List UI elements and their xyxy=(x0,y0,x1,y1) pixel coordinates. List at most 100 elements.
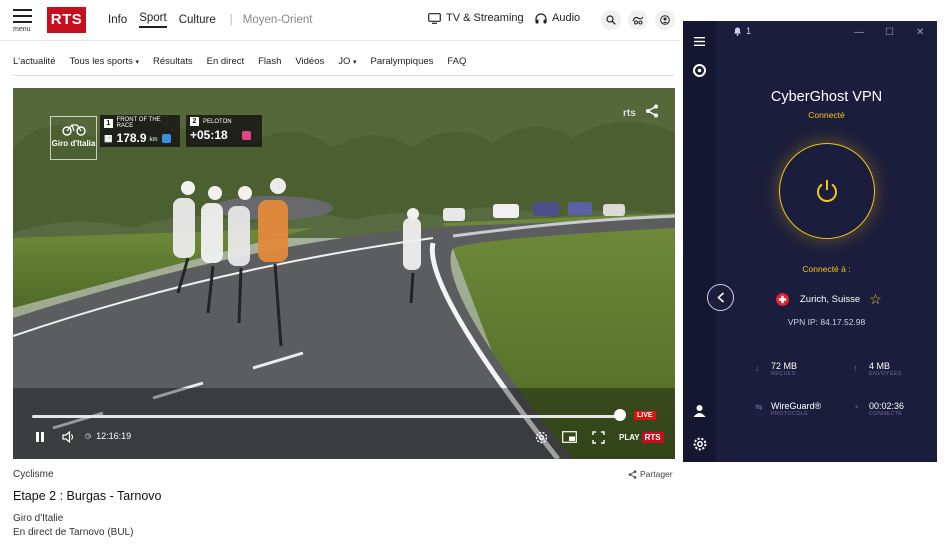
protocol-icon: ⇋ xyxy=(755,402,763,412)
seek-bar[interactable] xyxy=(32,415,620,418)
hud-peloton-header: 2 PELOTON xyxy=(186,115,262,128)
notifications[interactable]: 1 xyxy=(733,26,751,36)
chevron-left-icon xyxy=(716,292,724,303)
menu-label: menu xyxy=(13,26,31,33)
rts-logo[interactable]: RTS xyxy=(47,7,86,33)
vpn-ip: VPN IP: 84.17.52.98 xyxy=(787,317,866,327)
clock-icon: ◷ xyxy=(85,433,92,440)
upload-arrow-icon: ↑ xyxy=(853,363,858,373)
article-location: En direct de Tarnovo (BUL) xyxy=(13,527,134,538)
subnav-item-videos[interactable]: Vidéos xyxy=(295,56,324,67)
nav-item-moyen-orient[interactable]: Moyen-Orient xyxy=(243,14,313,26)
accessibility-icon xyxy=(632,16,644,25)
bell-icon xyxy=(734,27,741,36)
subnav-item-en-direct[interactable]: En direct xyxy=(207,56,245,67)
article-subtitle: Giro d'Italie xyxy=(13,513,64,524)
star-icon[interactable]: ☆ xyxy=(869,291,882,308)
fullscreen-button[interactable] xyxy=(592,431,605,444)
swiss-flag-icon xyxy=(776,293,789,306)
vpn-home-button[interactable] xyxy=(693,64,706,82)
pip-button[interactable] xyxy=(562,431,577,443)
accessibility-button[interactable] xyxy=(628,10,648,30)
nav-item-culture[interactable]: Culture xyxy=(179,14,216,26)
subnav-item-resultats[interactable]: Résultats xyxy=(153,56,193,67)
maximize-button[interactable]: ☐ xyxy=(885,27,894,38)
audio-label: Audio xyxy=(552,12,581,24)
article-share-button[interactable]: Partager xyxy=(628,469,673,479)
close-button[interactable]: ✕ xyxy=(916,27,924,38)
nav-item-sport[interactable]: Sport xyxy=(139,12,167,28)
hamburger-icon-bar xyxy=(13,21,32,23)
vpn-account-button[interactable] xyxy=(693,404,706,422)
volume-icon xyxy=(62,431,74,443)
hud-peloton-value-row: +05:18 xyxy=(186,128,262,142)
giro-logo-text: Giro d'Italia xyxy=(51,139,96,148)
subnav-item-tous-les-sports[interactable]: Tous les sports ▾ xyxy=(69,56,139,67)
site-header: menu RTS Info Sport Culture | Moyen-Orie… xyxy=(0,0,680,41)
share-label: Partager xyxy=(640,469,673,479)
vpn-back-button[interactable] xyxy=(707,284,734,311)
download-value: 72 MB xyxy=(771,361,798,371)
seek-handle[interactable] xyxy=(614,409,626,421)
stat-connected-time: ◔ 00:02:36 CONNECTÉ xyxy=(853,401,904,417)
play-label: PLAY xyxy=(619,433,640,442)
nav-divider: | xyxy=(229,14,233,26)
cyclist-icon xyxy=(61,124,86,136)
live-badge: LIVE xyxy=(634,411,656,420)
chevron-down-icon: ▾ xyxy=(135,59,140,66)
tv-streaming-link[interactable]: TV & Streaming xyxy=(428,12,524,24)
vpn-sidebar xyxy=(683,21,716,462)
volume-button[interactable] xyxy=(62,431,76,443)
stat-download: ↓ 72 MB REÇUES xyxy=(755,361,797,377)
vpn-location-name: Zurich, Suisse xyxy=(800,294,861,305)
top-nav: Info Sport Culture | Moyen-Orient xyxy=(108,12,324,28)
protocol-value: WireGuard® xyxy=(771,401,822,411)
cyberghost-logo-icon xyxy=(693,64,706,77)
minimize-button[interactable]: — xyxy=(854,27,864,38)
vpn-settings-button[interactable] xyxy=(693,437,707,456)
upload-value: 4 MB xyxy=(869,361,891,371)
subnav-label: Tous les sports xyxy=(69,56,133,67)
search-button[interactable] xyxy=(601,10,621,30)
power-icon xyxy=(817,180,837,202)
account-button[interactable] xyxy=(655,10,675,30)
play-rts-logo[interactable]: PLAY RTS xyxy=(619,432,664,443)
stat-upload: ↑ 4 MB ENVOYÉES xyxy=(853,361,902,377)
subnav-item-faq[interactable]: FAQ xyxy=(447,56,466,67)
download-label: REÇUES xyxy=(771,371,796,377)
upload-label: ENVOYÉES xyxy=(869,371,902,377)
pause-button[interactable] xyxy=(35,431,45,443)
jersey-blue-icon xyxy=(161,133,171,143)
subnav-item-actualite[interactable]: L'actualité xyxy=(13,56,55,67)
timer-icon: ◔ xyxy=(853,402,859,412)
subnav-item-flash[interactable]: Flash xyxy=(258,56,281,67)
channel-watermark: rts xyxy=(623,108,636,119)
hud-peloton-label: PELOTON xyxy=(203,118,232,125)
hud-front-label: FRONT OF THE RACE xyxy=(116,117,161,129)
user-icon xyxy=(693,405,706,417)
share-button[interactable] xyxy=(645,104,659,123)
vpn-status: Connecté xyxy=(808,110,845,120)
giro-logo: Giro d'Italia xyxy=(50,116,97,160)
sport-subnav: L'actualité Tous les sports ▾ Résultats … xyxy=(13,56,480,67)
stat-protocol: ⇋ WireGuard® PROTOCOLE xyxy=(755,401,821,417)
article-category[interactable]: Cyclisme xyxy=(13,469,54,480)
menu-button[interactable]: menu xyxy=(13,9,35,33)
nav-item-info[interactable]: Info xyxy=(108,14,127,26)
settings-button[interactable] xyxy=(535,431,548,444)
share-icon xyxy=(646,104,658,118)
jersey-pink-icon xyxy=(241,130,251,140)
subnav-item-jo[interactable]: JO ▾ xyxy=(338,56,356,67)
vpn-location[interactable]: Zurich, Suisse ☆ xyxy=(776,291,882,308)
video-player[interactable]: rts Giro d'Italia 1 FRONT OF THE RACE ▦ … xyxy=(13,88,675,459)
gear-icon xyxy=(693,437,707,451)
power-button[interactable] xyxy=(779,143,875,239)
article-title: Etape 2 : Burgas - Tarnovo xyxy=(13,489,162,503)
hamburger-icon xyxy=(694,37,705,46)
tv-icon xyxy=(428,12,441,24)
tv-streaming-label: TV & Streaming xyxy=(446,12,524,24)
hud-peloton: 2 PELOTON +05:18 xyxy=(186,115,262,147)
audio-link[interactable]: Audio xyxy=(535,12,580,24)
subnav-item-paralympiques[interactable]: Paralympiques xyxy=(371,56,434,67)
vpn-menu-button[interactable] xyxy=(694,33,705,51)
